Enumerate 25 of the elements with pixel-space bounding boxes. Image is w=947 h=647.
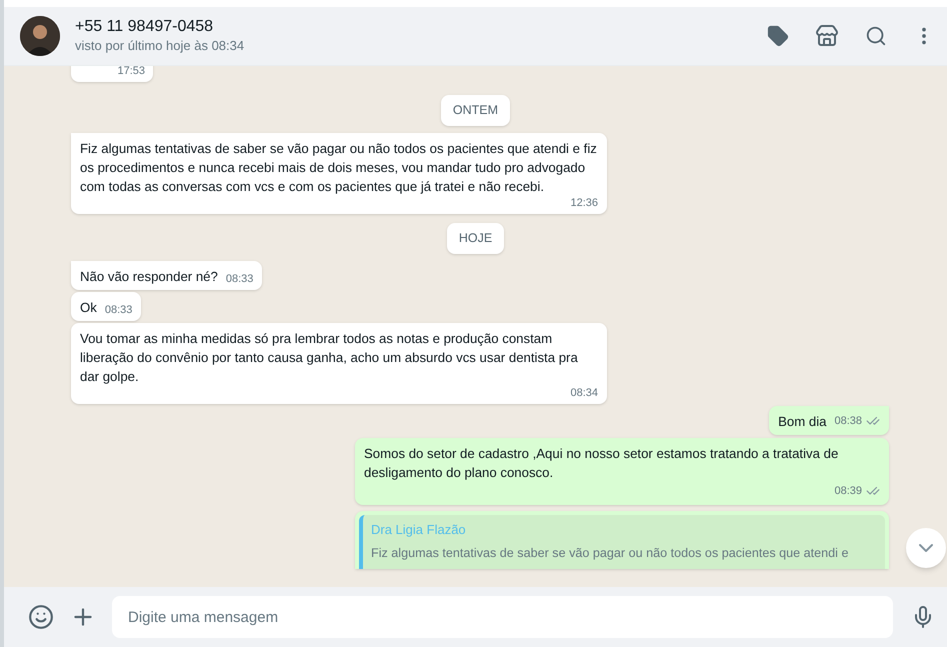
message-time: 17:53 (117, 66, 145, 78)
date-chip: HOJE (446, 222, 504, 254)
message-time: 08:33 (104, 302, 132, 316)
quote-text: Fiz algumas tentativas de saber se vão pagar ou não todos os pacientes que atendi e (371, 544, 850, 562)
date-chip: ONTEM (440, 95, 510, 126)
avatar[interactable] (20, 16, 60, 56)
message-time: 12:36 (569, 196, 598, 210)
message-input[interactable]: Digite uma mensagem (112, 596, 893, 638)
last-seen-text: visto por último hoje às 08:34 (75, 37, 244, 55)
store-icon[interactable] (815, 24, 839, 48)
emoji-icon[interactable] (28, 604, 54, 630)
message-time: 08:39 (834, 484, 862, 498)
label-icon[interactable] (767, 25, 789, 47)
quote-author: Dra Ligia Flazão (371, 520, 467, 538)
message-text: Fiz algumas tentativas de saber se vão pagar ou não todos os pacientes que atendi e fiz os procedimentos e nunca recebi mais de dois meses, vou mandar tudo pro advogado com todas as conversas com vcs e com os pacientes que já tratei e não recebi. (80, 140, 598, 196)
message-text: Não vão responder né? (80, 268, 218, 286)
message-text: Ok (80, 298, 97, 316)
message-text: Somos do setor de cadastro ,Aqui no nosso setor estamos tratando a tratativa de desligamento do plano conosco. (364, 444, 840, 482)
message-time: 08:33 (224, 272, 254, 286)
contact-name[interactable]: +55 11 98497-0458 (75, 17, 244, 37)
message-text: Vou tomar as minha medidas só pra lembrar todos as notas e produção constam liberação do convênio por tanto causa ganha, acho um absurdo vcs usar dentista pra dar golpe. (80, 330, 579, 386)
message-time: 08:34 (569, 386, 598, 400)
message-text: Bom dia (778, 412, 826, 430)
message-time: 08:38 (834, 414, 862, 428)
search-icon[interactable] (865, 25, 887, 47)
